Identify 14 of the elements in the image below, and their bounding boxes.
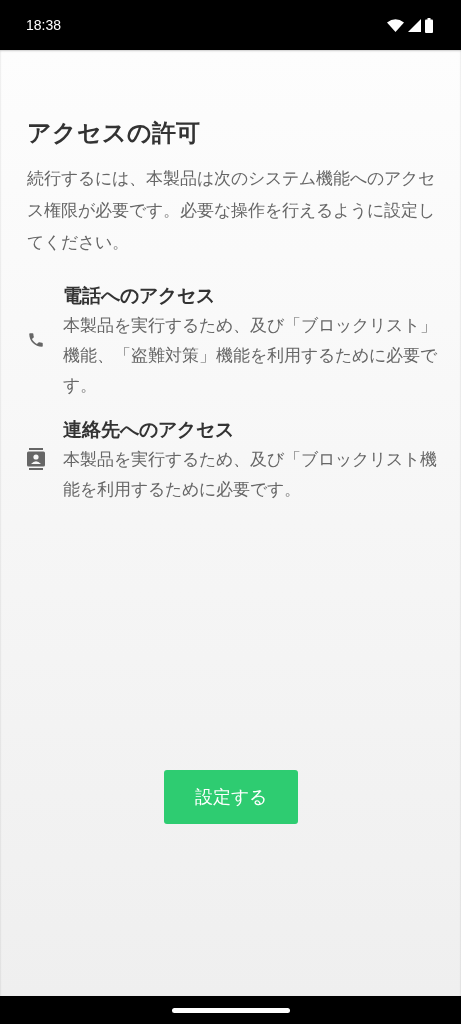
permission-title: 電話へのアクセス (63, 283, 216, 308)
contacts-icon (27, 448, 45, 470)
signal-icon (408, 18, 421, 32)
permission-description: 本製品を実行するため、及び「ブロックリスト機能を利用するために必要です。 (63, 448, 438, 501)
permission-title: 連絡先へのアクセス (63, 417, 235, 442)
wifi-icon (387, 18, 404, 32)
phone-icon (27, 330, 45, 350)
home-handle[interactable] (171, 1007, 290, 1013)
page-title: アクセスの許可 (27, 118, 201, 149)
status-time: 18:38 (26, 17, 62, 33)
battery-icon (425, 17, 433, 33)
permission-description: 本製品を実行するため、及び「ブロックリスト」機能、「盗難対策」機能を利用するために必要です。 (63, 314, 438, 397)
description-text: 続行するには、本製品は次のシステム機能へのアクセス権限が必要です。必要な操作を行えるように設定してください。 (27, 167, 436, 254)
settings-button[interactable]: 設定する (163, 770, 298, 824)
